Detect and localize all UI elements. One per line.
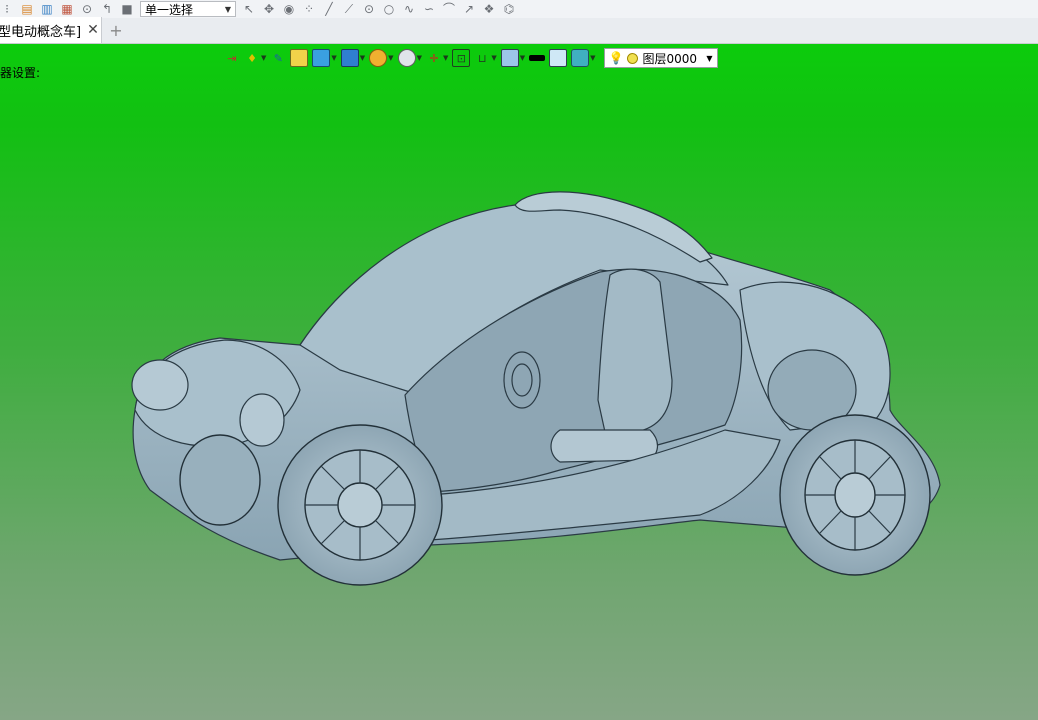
chevron-down-icon: ▼: [224, 4, 231, 14]
box-yellow-icon: [290, 49, 309, 67]
layer-name: 图层0000: [642, 51, 698, 66]
new-tab-button[interactable]: +: [102, 17, 130, 43]
layer-color-icon: [627, 52, 639, 64]
pointer-icon[interactable]: ↖: [242, 2, 256, 16]
fit-icon: ⊡: [452, 49, 471, 67]
points-icon[interactable]: ⁘: [302, 2, 316, 16]
chevron-down-icon: ▼: [491, 54, 497, 62]
color-light-button[interactable]: [549, 48, 568, 68]
selection-mode-value: 单一选择: [145, 2, 194, 17]
measure-icon[interactable]: ⌬: [502, 2, 516, 16]
zoom-button[interactable]: ▼: [397, 48, 422, 68]
section-icon: ⊔: [478, 51, 487, 65]
selection-mode-select[interactable]: 单一选择 ▼: [140, 1, 236, 17]
display-button[interactable]: ▼: [500, 48, 526, 68]
color-light-icon: [549, 49, 568, 67]
document-tab-label: 型电动概念车]: [0, 24, 82, 40]
feature-icon[interactable]: ❖: [482, 2, 496, 16]
view-orient-icon: [340, 49, 359, 67]
view-toolbar: ⇥ ♦ ▼ ✎ ▼ ▼ ▼ ▼ ✛ ▼ ⊡ ⊔ ▼ ▼ ▼ 💡 图层0000 ▼: [224, 47, 718, 69]
chevron-down-icon: ▼: [442, 54, 449, 62]
circle-icon[interactable]: ○: [382, 2, 396, 16]
axis-icon: ✛: [429, 51, 439, 65]
document-tab[interactable]: 型电动概念车] ✕: [0, 17, 102, 43]
play-icon[interactable]: ◉: [282, 2, 296, 16]
chevron-down-icon: ▼: [359, 54, 366, 62]
box-yellow-button[interactable]: [290, 48, 309, 68]
display-icon: [500, 49, 519, 67]
curve-icon[interactable]: ∿: [402, 2, 416, 16]
chevron-down-icon: ▼: [261, 54, 267, 62]
chevron-down-icon: ▼: [331, 54, 337, 62]
line-icon[interactable]: ╱: [322, 2, 336, 16]
layer-select[interactable]: 💡 图层0000 ▼: [603, 48, 718, 68]
chevron-down-icon: ▼: [388, 54, 394, 62]
redo-icon[interactable]: ↰: [100, 2, 114, 16]
fit-button[interactable]: ⊡: [452, 48, 471, 68]
close-icon[interactable]: ✕: [87, 22, 99, 38]
render-icon: [369, 49, 388, 67]
import-icon: ⇥: [227, 51, 237, 65]
spline-icon[interactable]: ∽: [422, 2, 436, 16]
pen-button[interactable]: ✎: [270, 48, 286, 68]
save-icon[interactable]: ▥: [40, 2, 54, 16]
stop-icon[interactable]: ■: [120, 2, 134, 16]
open-file-icon[interactable]: ▤: [20, 2, 34, 16]
layer-visibility-button[interactable]: ▼: [571, 48, 596, 68]
document-tab-strip: 型电动概念车] ✕ +: [0, 17, 1038, 44]
cube-icon: [312, 49, 331, 67]
pick-icon[interactable]: ✥: [262, 2, 276, 16]
arc-icon[interactable]: ⌒: [442, 2, 456, 16]
chevron-down-icon: ▼: [706, 53, 713, 63]
undo-icon[interactable]: ⊙: [80, 2, 94, 16]
chevron-down-icon: ▼: [416, 54, 422, 62]
import-button[interactable]: ⇥: [224, 48, 240, 68]
line-tool-icon[interactable]: ⟋: [342, 2, 356, 16]
layer-visibility-icon: [571, 49, 590, 67]
light-button[interactable]: ♦ ▼: [244, 48, 266, 68]
view-orient-button[interactable]: ▼: [340, 48, 366, 68]
cube-button[interactable]: ▼: [312, 48, 337, 68]
print-icon[interactable]: ▦: [60, 2, 74, 16]
chevron-down-icon: ▼: [519, 54, 526, 62]
color-black-icon: [529, 55, 546, 61]
light-icon: ♦: [247, 51, 257, 65]
section-button[interactable]: ⊔ ▼: [474, 48, 497, 68]
bulb-icon: 💡: [608, 51, 624, 65]
color-black-button[interactable]: [529, 48, 546, 68]
new-file-icon[interactable]: ⁝: [0, 2, 14, 16]
point-icon[interactable]: ⊙: [362, 2, 376, 16]
axis-button[interactable]: ✛ ▼: [426, 48, 448, 68]
zoom-icon: [397, 49, 416, 67]
pen-icon: ✎: [273, 51, 283, 65]
main-toolbar: ⁝ ▤ ▥ ▦ ⊙ ↰ ■ 单一选择 ▼ ↖ ✥ ◉ ⁘ ╱ ⟋ ⊙ ○ ∿ ∽…: [0, 0, 1038, 18]
chevron-down-icon: ▼: [590, 54, 596, 62]
render-button[interactable]: ▼: [369, 48, 394, 68]
3d-viewport[interactable]: 器设置: ⇥ ♦ ▼ ✎ ▼ ▼ ▼ ▼ ✛ ▼ ⊡ ⊔ ▼ ▼ ▼ 💡 图层0…: [0, 44, 1038, 720]
arrow-icon[interactable]: ↗: [462, 2, 476, 16]
car-model[interactable]: [0, 44, 1038, 720]
